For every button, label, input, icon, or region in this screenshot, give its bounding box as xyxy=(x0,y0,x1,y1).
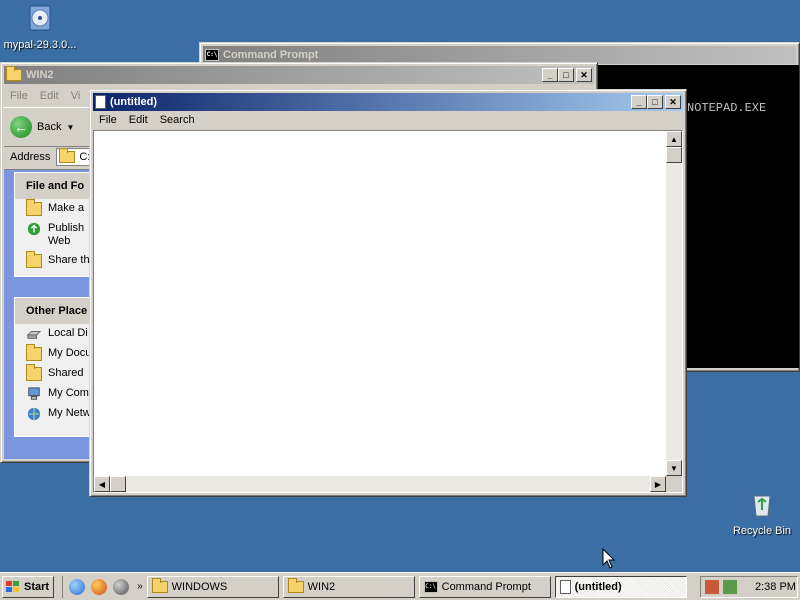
title-bar[interactable]: WIN2 _ □ ✕ xyxy=(4,66,594,84)
maximize-button[interactable]: □ xyxy=(647,95,663,109)
folder-icon xyxy=(6,66,22,81)
folder-icon xyxy=(59,148,76,163)
desktop-icon-mypal[interactable]: mypal-29.3.0... xyxy=(0,2,80,51)
task-button-notepad[interactable]: (untitled) xyxy=(554,575,687,598)
mouse-pointer-icon xyxy=(602,548,616,569)
tray-app-icon[interactable] xyxy=(705,579,719,594)
file-tasks-panel: File and Fo Make a Publish Web Share th xyxy=(14,172,94,277)
system-tray: 2:38 PM xyxy=(700,575,798,598)
command-prompt-icon: C:\ xyxy=(205,49,219,61)
task-share[interactable]: Share th xyxy=(15,251,93,271)
menu-file[interactable]: File xyxy=(93,114,123,126)
scroll-up-button[interactable]: ▲ xyxy=(666,131,682,147)
window-title: (untitled) xyxy=(110,96,158,108)
scroll-right-button[interactable]: ▶ xyxy=(650,476,666,492)
windows-logo-icon xyxy=(6,580,19,592)
new-folder-icon xyxy=(26,199,42,216)
internet-explorer-icon[interactable] xyxy=(69,578,86,595)
task-button-windows[interactable]: WINDOWS xyxy=(146,575,279,598)
installer-disc-icon xyxy=(29,5,51,31)
scroll-left-button[interactable]: ◀ xyxy=(94,476,110,492)
notepad-icon xyxy=(559,579,571,594)
tray-network-icon[interactable] xyxy=(723,579,737,594)
desktop-icon-label: mypal-29.3.0... xyxy=(3,39,77,51)
back-button[interactable]: ← Back ▼ xyxy=(10,116,74,138)
back-label: Back xyxy=(37,121,62,133)
hard-disk-icon xyxy=(26,330,42,339)
network-places-icon xyxy=(27,407,41,421)
mypal-icon[interactable] xyxy=(113,578,130,595)
menu-edit[interactable]: Edit xyxy=(34,90,65,102)
start-button[interactable]: Start xyxy=(2,575,55,598)
menu-edit[interactable]: Edit xyxy=(123,114,154,126)
task-publish-web[interactable]: Publish Web xyxy=(15,219,93,251)
address-label: Address xyxy=(10,151,51,163)
window-title: WIN2 xyxy=(26,69,54,81)
vertical-scrollbar[interactable]: ▲ ▼ xyxy=(666,131,682,476)
panel-title[interactable]: File and Fo xyxy=(15,173,93,199)
place-my-documents[interactable]: My Docu xyxy=(15,344,93,364)
scroll-thumb[interactable] xyxy=(110,476,126,492)
desktop-icon-recycle-bin[interactable]: Recycle Bin xyxy=(722,488,800,537)
quick-launch xyxy=(62,575,130,598)
panel-title[interactable]: Other Place xyxy=(15,298,93,324)
text-editor-area[interactable]: ▲ ▼ ◀ ▶ xyxy=(93,130,683,493)
clock[interactable]: 2:38 PM xyxy=(755,581,796,593)
back-arrow-icon: ← xyxy=(10,116,32,138)
scroll-thumb[interactable] xyxy=(666,147,682,163)
minimize-button[interactable]: _ xyxy=(542,68,558,82)
place-shared[interactable]: Shared xyxy=(15,364,93,384)
publish-web-icon xyxy=(27,222,41,236)
scroll-down-button[interactable]: ▼ xyxy=(666,460,682,476)
place-my-computer[interactable]: My Com xyxy=(15,384,93,404)
other-places-panel: Other Place Local Di My Docu Shared My C… xyxy=(14,297,94,437)
my-documents-icon xyxy=(26,344,42,361)
menu-file[interactable]: File xyxy=(4,90,34,102)
place-local-disk[interactable]: Local Di xyxy=(15,324,93,344)
command-prompt-icon: C:\ xyxy=(423,580,438,593)
close-button[interactable]: ✕ xyxy=(665,95,681,109)
place-my-network[interactable]: My Netw xyxy=(15,404,93,424)
task-button-win2[interactable]: WIN2 xyxy=(282,575,415,598)
size-grip[interactable] xyxy=(666,476,682,492)
desktop-icon-label: Recycle Bin xyxy=(732,525,792,537)
title-bar[interactable]: (untitled) _ □ ✕ xyxy=(93,93,683,111)
close-button[interactable]: ✕ xyxy=(576,68,592,82)
notepad-icon xyxy=(95,95,106,109)
folder-icon xyxy=(287,577,304,593)
start-label: Start xyxy=(24,580,50,593)
firefox-icon[interactable] xyxy=(91,578,108,595)
maximize-button[interactable]: □ xyxy=(558,68,574,82)
taskbar: Start » WINDOWS WIN2 C:\ Command Prompt … xyxy=(0,572,800,600)
notepad-window[interactable]: (untitled) _ □ ✕ File Edit Search ▲ ▼ ◀ … xyxy=(89,89,687,497)
shared-folder-icon xyxy=(26,364,42,381)
menu-search[interactable]: Search xyxy=(154,114,201,126)
my-computer-icon xyxy=(28,387,40,400)
quick-launch-chevron[interactable]: » xyxy=(137,581,143,592)
folder-icon xyxy=(151,577,168,593)
recycle-bin-icon xyxy=(753,495,771,517)
task-make-folder[interactable]: Make a xyxy=(15,199,93,219)
task-button-command-prompt[interactable]: C:\ Command Prompt xyxy=(418,575,551,598)
share-folder-icon xyxy=(26,251,42,268)
menu-view[interactable]: Vi xyxy=(65,90,87,102)
chevron-down-icon[interactable]: ▼ xyxy=(66,123,74,132)
window-title: Command Prompt xyxy=(223,49,319,61)
menu-bar: File Edit Search xyxy=(93,111,683,129)
minimize-button[interactable]: _ xyxy=(631,95,647,109)
horizontal-scrollbar[interactable]: ◀ ▶ xyxy=(94,476,666,492)
